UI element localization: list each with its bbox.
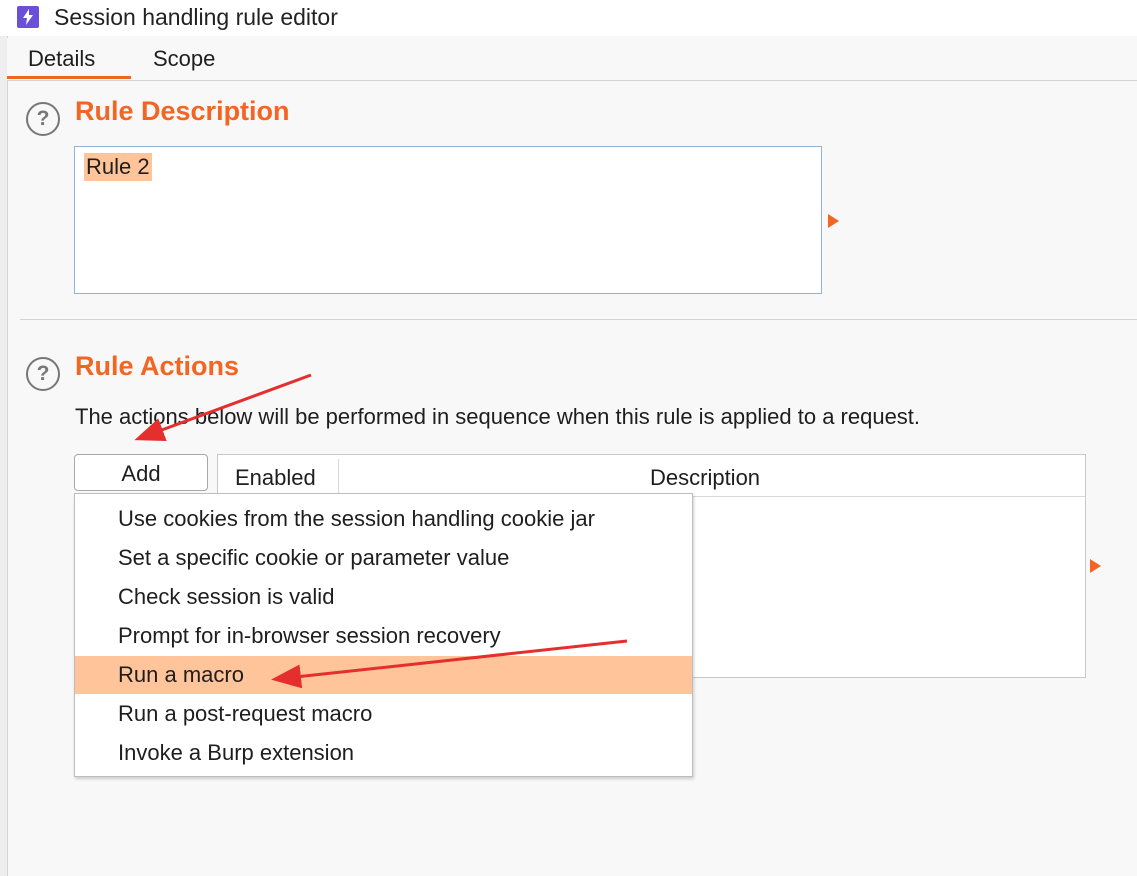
menu-item-set-cookie-parameter[interactable]: Set a specific cookie or parameter value bbox=[75, 539, 692, 577]
menu-item-run-post-request-macro[interactable]: Run a post-request macro bbox=[75, 695, 692, 733]
add-button[interactable]: Add bbox=[74, 454, 208, 491]
rule-description-value: Rule 2 bbox=[84, 153, 152, 181]
title-bar: Session handling rule editor bbox=[0, 0, 1137, 36]
column-header-description[interactable]: Description bbox=[650, 465, 760, 491]
tab-details[interactable]: Details bbox=[28, 46, 95, 72]
active-tab-indicator bbox=[7, 76, 131, 79]
tab-scope[interactable]: Scope bbox=[153, 46, 215, 72]
menu-item-invoke-extension[interactable]: Invoke a Burp extension bbox=[75, 734, 692, 772]
question-circle-icon[interactable]: ? bbox=[26, 102, 60, 136]
triangle-right-icon[interactable] bbox=[828, 214, 839, 228]
rule-actions-description: The actions below will be performed in s… bbox=[75, 404, 921, 429]
burp-lightning-icon bbox=[17, 6, 39, 28]
section-divider bbox=[20, 319, 1137, 320]
table-header: Enabled Description bbox=[218, 455, 1085, 497]
menu-item-run-macro[interactable]: Run a macro bbox=[75, 656, 692, 694]
rule-description-heading: Rule Description bbox=[75, 96, 290, 126]
left-window-edge bbox=[0, 36, 8, 876]
window-title: Session handling rule editor bbox=[54, 4, 338, 30]
rule-actions-heading: Rule Actions bbox=[75, 351, 240, 381]
column-header-enabled[interactable]: Enabled bbox=[235, 465, 316, 491]
column-divider[interactable] bbox=[338, 459, 339, 493]
triangle-right-icon[interactable] bbox=[1090, 559, 1101, 573]
add-action-menu: Use cookies from the session handling co… bbox=[74, 493, 693, 777]
menu-item-prompt-recovery[interactable]: Prompt for in-browser session recovery bbox=[75, 617, 692, 655]
rule-description-field[interactable]: Rule 2 bbox=[74, 146, 822, 294]
menu-item-use-cookies[interactable]: Use cookies from the session handling co… bbox=[75, 500, 692, 538]
question-circle-icon[interactable]: ? bbox=[26, 357, 60, 391]
tab-bar: Details Scope bbox=[7, 38, 1137, 81]
menu-item-check-session[interactable]: Check session is valid bbox=[75, 578, 692, 616]
